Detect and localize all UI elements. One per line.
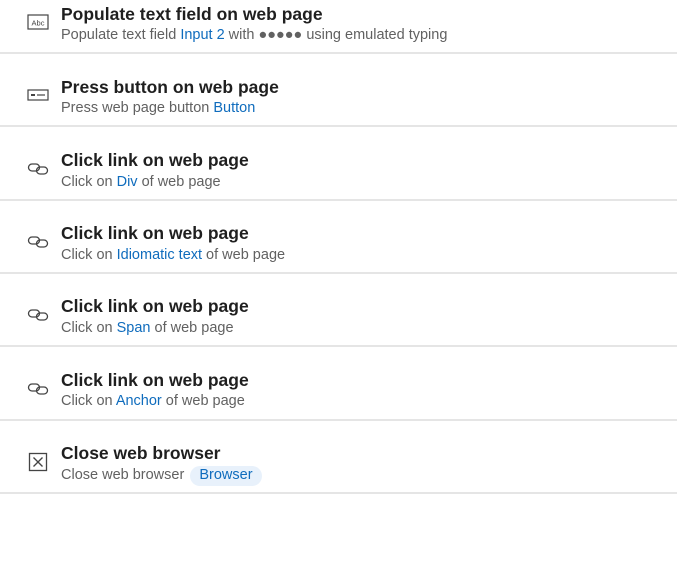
action-title: Close web browser [61,443,221,463]
close-browser-icon [26,450,50,474]
variable-pill-browser[interactable]: Browser [190,466,262,486]
action-description: Close web browser Browser [61,466,262,486]
description-text: Close web browser [61,467,185,483]
action-close-web-browser[interactable]: Close web browser Close web browser Brow… [0,0,677,494]
